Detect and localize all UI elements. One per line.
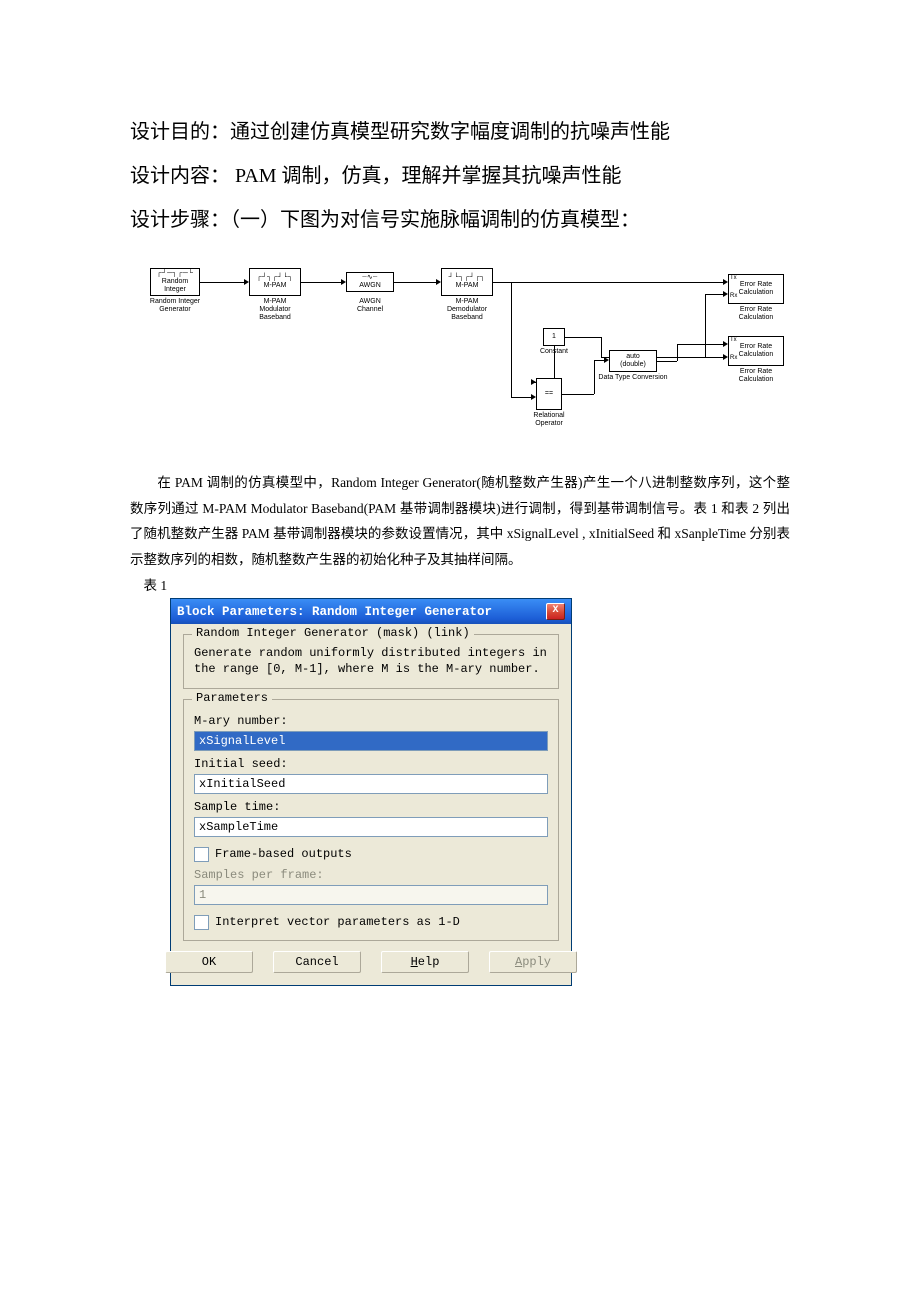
legend-parameters: Parameters (192, 691, 272, 705)
body-paragraph: 在 PAM 调制的仿真模型中，Random Integer Generator(… (130, 470, 790, 573)
err2-line1: Error Rate (740, 343, 772, 351)
err1-tx-port: Tx (730, 275, 737, 281)
block-awgn-text: AWGN (359, 282, 381, 290)
block-mpam-mod-text: M-PAM (264, 282, 287, 290)
label-mpam-modulator: M-PAM Modulator Baseband (242, 298, 308, 322)
label-random-integer: Random IntegerGenerator (142, 298, 208, 314)
err2-line2: Calculation (739, 351, 774, 359)
heading-content: 设计内容： PAM 调制，仿真，理解并掌握其抗噪声性能 (130, 154, 790, 198)
err1-line2: Calculation (739, 289, 774, 297)
checkbox-icon[interactable] (194, 847, 209, 862)
block-mpam-demod: ┘└┐┌┘┌┐ M-PAM (441, 268, 493, 296)
dialog-titlebar: Block Parameters: Random Integer Generat… (171, 599, 571, 624)
block-rig-line1: Random (162, 278, 188, 286)
block-relational-op: == (536, 378, 562, 410)
checkbox-icon[interactable] (194, 915, 209, 930)
heading-purpose: 设计目的：通过创建仿真模型研究数字幅度调制的抗噪声性能 (130, 110, 790, 154)
err2-rx-port: Rx (730, 355, 737, 361)
label-mary: M-ary number: (194, 714, 548, 728)
label-awgn: AWGNChannel (344, 298, 396, 314)
block-relop-text: == (545, 390, 553, 398)
block-mpam-demod-text: M-PAM (456, 282, 479, 290)
label-dtc: Data Type Conversion (592, 374, 674, 382)
input-sample-time[interactable]: xSampleTime (194, 817, 548, 837)
simulink-diagram: ┌┘─┐┌─└ Random Integer Random IntegerGen… (130, 252, 790, 466)
label-error-rate-2: Error RateCalculation (726, 368, 786, 384)
err1-rx-port: Rx (730, 293, 737, 299)
block-constant: 1 (543, 328, 565, 346)
mask-description: Generate random uniformly distributed in… (194, 645, 548, 677)
label-initial-seed: Initial seed: (194, 757, 548, 771)
label-samples-per-frame: Samples per frame: (194, 868, 548, 882)
close-icon[interactable]: X (546, 603, 565, 620)
block-dtc-line2: (double) (620, 361, 646, 369)
block-params-dialog: Block Parameters: Random Integer Generat… (170, 598, 572, 985)
label-sample-time: Sample time: (194, 800, 548, 814)
input-samples-per-frame: 1 (194, 885, 548, 905)
block-rig-line2: Integer (164, 286, 186, 294)
apply-button[interactable]: Apply (489, 951, 577, 973)
checkbox-vec1d[interactable]: Interpret vector parameters as 1-D (194, 915, 548, 930)
label-mpam-demod: M-PAM Demodulator Baseband (432, 298, 502, 322)
group-parameters: Parameters M-ary number: xSignalLevel In… (183, 699, 559, 941)
block-dtc: auto (double) (609, 350, 657, 372)
cancel-button[interactable]: Cancel (273, 951, 361, 973)
block-random-integer: ┌┘─┐┌─└ Random Integer (150, 268, 200, 296)
checkbox-frame-outputs[interactable]: Frame-based outputs (194, 847, 548, 862)
label-error-rate-1: Error RateCalculation (726, 306, 786, 322)
checkbox-frame-label: Frame-based outputs (215, 847, 352, 861)
block-dtc-line1: auto (626, 353, 640, 361)
heading-steps: 设计步骤：（一）下图为对信号实施脉幅调制的仿真模型： (130, 198, 790, 242)
checkbox-vec1d-label: Interpret vector parameters as 1-D (215, 915, 460, 929)
err1-line1: Error Rate (740, 281, 772, 289)
block-awgn: ┈∿┈ AWGN (346, 272, 394, 292)
ok-button[interactable]: OK (165, 951, 253, 973)
legend-mask: Random Integer Generator (mask) (link) (192, 626, 474, 640)
input-initial-seed[interactable]: xInitialSeed (194, 774, 548, 794)
block-constant-value: 1 (552, 333, 556, 341)
block-mpam-modulator: ┌┘┐┌┘└┐ M-PAM (249, 268, 301, 296)
err2-tx-port: Tx (730, 337, 737, 343)
table-caption: 表 1 (144, 573, 791, 599)
input-mary[interactable]: xSignalLevel (194, 731, 548, 751)
label-relational-op: RelationalOperator (528, 412, 570, 428)
help-button[interactable]: Help (381, 951, 469, 973)
dialog-title: Block Parameters: Random Integer Generat… (177, 605, 492, 619)
group-mask-info: Random Integer Generator (mask) (link) G… (183, 634, 559, 688)
